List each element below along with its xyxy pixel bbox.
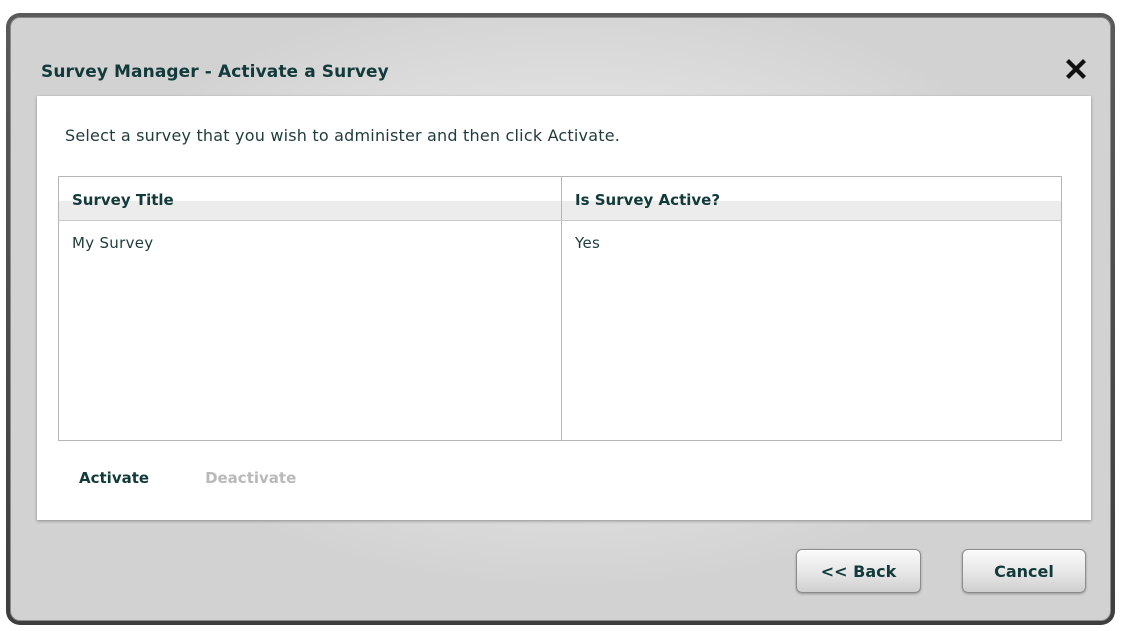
column-header-is-active[interactable]: Is Survey Active?: [562, 177, 1061, 220]
action-links: Activate Deactivate: [79, 469, 296, 487]
column-header-survey-title[interactable]: Survey Title: [59, 177, 562, 220]
table-header: Survey Title Is Survey Active?: [59, 177, 1061, 221]
table-row-title-cell[interactable]: My Survey: [59, 221, 561, 252]
title-bar: Survey Manager - Activate a Survey: [11, 18, 1110, 96]
table-row-active-cell[interactable]: Yes: [562, 221, 1061, 252]
dialog-title: Survey Manager - Activate a Survey: [41, 62, 389, 82]
table-body: My Survey Yes: [59, 221, 1061, 440]
dialog-frame: Survey Manager - Activate a Survey Selec…: [6, 13, 1115, 625]
survey-table: Survey Title Is Survey Active? My Survey…: [58, 176, 1062, 441]
close-icon-glyph: [1066, 59, 1086, 79]
activate-link[interactable]: Activate: [79, 469, 149, 487]
cancel-button[interactable]: Cancel: [962, 549, 1086, 593]
dialog-window: Survey Manager - Activate a Survey Selec…: [10, 17, 1111, 621]
deactivate-link: Deactivate: [205, 469, 297, 487]
close-icon[interactable]: [1064, 57, 1088, 81]
back-button[interactable]: << Back: [796, 549, 921, 593]
table-column-survey-title: My Survey: [59, 221, 562, 440]
table-column-is-active: Yes: [562, 221, 1061, 440]
instruction-text: Select a survey that you wish to adminis…: [65, 126, 621, 145]
content-panel: Select a survey that you wish to adminis…: [37, 96, 1091, 520]
